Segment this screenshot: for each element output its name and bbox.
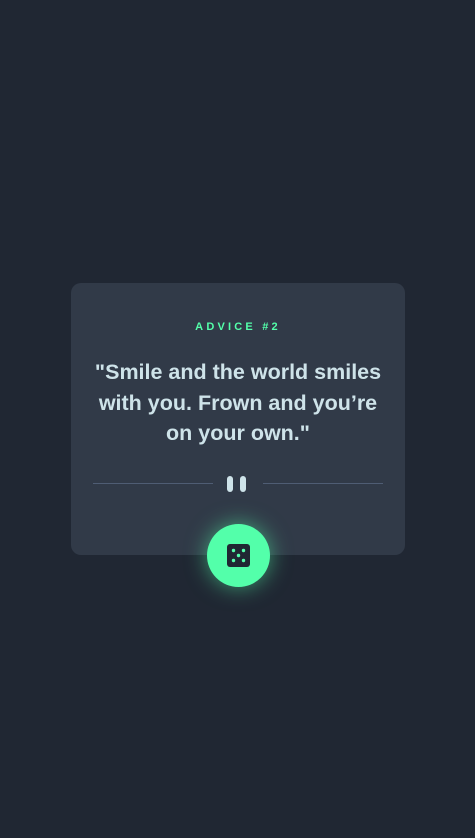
divider-line-left [93,483,213,484]
dice-icon [227,544,250,567]
generate-advice-button[interactable] [207,524,270,587]
pause-icon [227,475,249,493]
pattern-divider [93,475,383,493]
divider-line-right [263,483,383,484]
advice-card: ADVICE #2 "Smile and the world smiles wi… [71,283,405,555]
pause-bar-right [240,476,246,492]
advice-id: ADVICE #2 [195,321,281,333]
page: ADVICE #2 "Smile and the world smiles wi… [0,0,475,838]
advice-quote: "Smile and the world smiles with you. Fr… [94,360,382,445]
pause-bar-left [227,476,233,492]
